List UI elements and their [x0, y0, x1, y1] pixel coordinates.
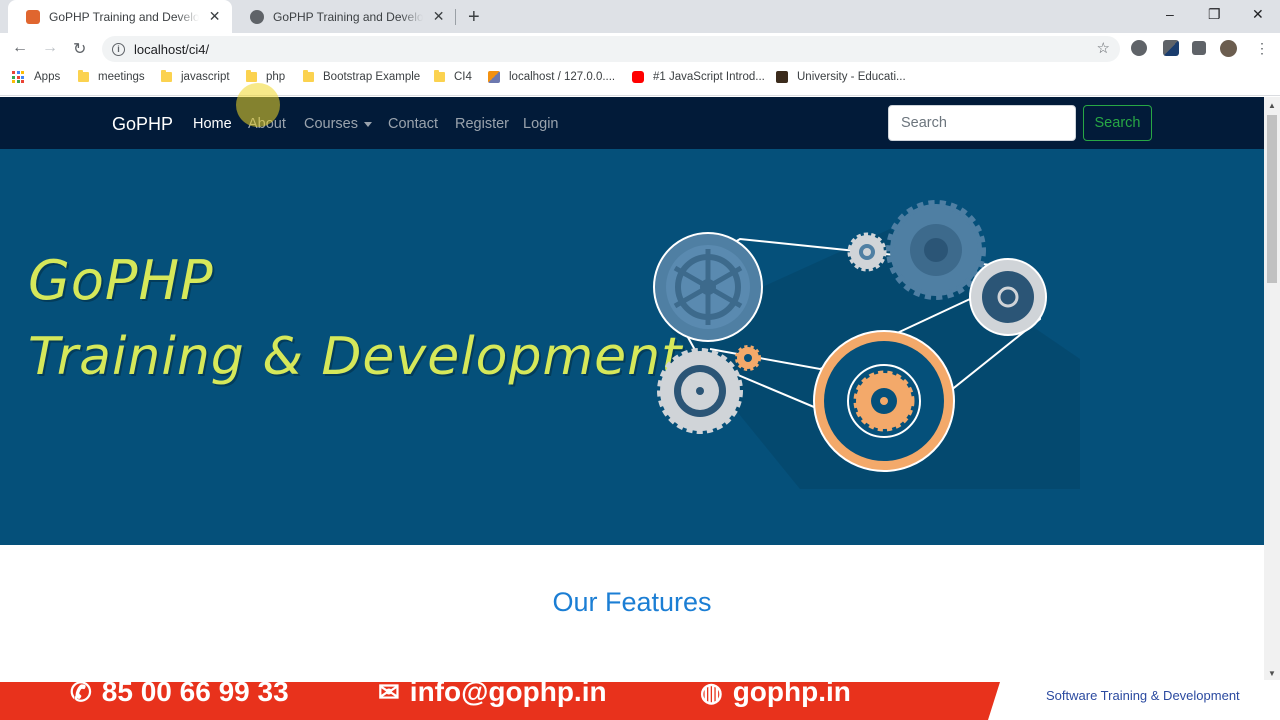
promo-banner: ✆ 85 00 66 99 33 ✉ info@gophp.in ◍ gophp…	[0, 682, 1280, 720]
small-orange-gear-icon	[735, 345, 761, 371]
phone-icon: ✆	[70, 682, 92, 707]
mail-icon: ✉	[378, 682, 400, 707]
top-blue-gear-icon	[886, 200, 986, 300]
close-tab-icon[interactable]: ✕	[431, 8, 446, 25]
forward-arrow-icon[interactable]: →	[42, 39, 58, 57]
scroll-down-arrow-icon[interactable]: ▼	[1268, 669, 1276, 678]
promo-email: ✉ info@gophp.in	[378, 682, 607, 708]
page-scrollbar[interactable]: ▲ ▼	[1264, 97, 1280, 680]
folder-icon	[246, 70, 257, 82]
bookmark-javascript[interactable]: javascript	[161, 70, 230, 83]
close-tab-icon[interactable]: ✕	[207, 8, 222, 25]
nav-courses[interactable]: Courses	[304, 116, 372, 132]
small-grey-gear-icon	[847, 232, 887, 272]
pen-extension-icon[interactable]	[1163, 40, 1179, 56]
restore-button[interactable]: ❐	[1208, 6, 1221, 23]
apps-grid-icon	[12, 71, 24, 83]
globe-icon: ◍	[700, 682, 723, 707]
search-button[interactable]: Search	[1083, 105, 1152, 141]
browser-tab-active[interactable]: GoPHP Training and Development ✕	[8, 0, 232, 33]
large-orange-gear-icon	[813, 330, 955, 472]
folder-icon	[303, 70, 314, 82]
new-tab-button[interactable]: +	[468, 6, 480, 29]
site-favicon-icon	[26, 9, 40, 24]
browser-tab[interactable]: GoPHP Training and Development ✕	[232, 0, 456, 33]
nav-register[interactable]: Register	[455, 116, 509, 132]
tab-divider	[455, 9, 456, 25]
nav-contact[interactable]: Contact	[388, 116, 438, 132]
promo-phone-text: 85 00 66 99 33	[101, 682, 289, 707]
hero-title-tagline: Training & Development	[28, 327, 683, 387]
bookmark-label: Apps	[34, 71, 61, 83]
scrollbar-thumb[interactable]	[1267, 115, 1277, 283]
bookmark-php[interactable]: php	[246, 70, 286, 83]
nav-login[interactable]: Login	[523, 116, 558, 132]
blue-wheel-gear-icon	[653, 232, 763, 342]
menu-kebab-icon[interactable]: ⋮	[1255, 40, 1269, 57]
site-info-icon[interactable]: i	[112, 42, 125, 56]
folder-icon	[434, 70, 445, 82]
bookmark-localhost[interactable]: localhost / 127.0.0....	[488, 71, 615, 83]
reload-icon[interactable]: ↻	[73, 39, 86, 59]
nav-courses-label: Courses	[304, 116, 358, 132]
folder-icon	[78, 70, 89, 82]
promo-email-text: info@gophp.in	[409, 682, 607, 707]
globe-icon	[250, 9, 264, 24]
close-window-button[interactable]: ✕	[1252, 6, 1264, 23]
tab-title: GoPHP Training and Development	[273, 9, 424, 24]
bookmark-star-icon[interactable]: ☆	[1097, 39, 1110, 57]
bookmark-label: meetings	[98, 71, 145, 83]
bookmark-label: javascript	[181, 71, 230, 83]
bookmark-label: University - Educati...	[797, 71, 906, 83]
bookmark-label: CI4	[454, 71, 472, 83]
minimize-button[interactable]: –	[1166, 6, 1174, 22]
address-bar[interactable]: i localhost/ci4/ ☆	[102, 36, 1120, 62]
wordpress-extension-icon[interactable]	[1131, 40, 1147, 56]
bookmark-label: Bootstrap Example	[323, 71, 421, 83]
bookmark-label: #1 JavaScript Introd...	[653, 71, 765, 83]
tab-title: GoPHP Training and Development	[49, 9, 200, 24]
promo-website: ◍ gophp.in	[700, 682, 851, 708]
youtube-icon	[632, 71, 644, 83]
gears-illustration	[653, 200, 1080, 489]
bookmark-apps[interactable]: Apps	[12, 71, 60, 83]
caret-down-icon	[364, 121, 372, 127]
bookmark-ci4[interactable]: CI4	[434, 70, 472, 83]
folder-icon	[161, 70, 172, 82]
web-page: GoPHP Home About Courses Contact Registe…	[0, 97, 1264, 720]
bookmark-label: php	[266, 71, 286, 83]
bookmarks-bar: Apps meetings javascript php Bootstrap E…	[0, 64, 1280, 96]
hero-title-brand: GoPHP	[28, 249, 214, 312]
profile-avatar-icon[interactable]	[1220, 40, 1237, 57]
bookmark-label: localhost / 127.0.0....	[509, 71, 616, 83]
bookmark-javascript-intro[interactable]: #1 JavaScript Introd...	[632, 71, 765, 83]
site-navbar: GoPHP Home About Courses Contact Registe…	[0, 97, 1264, 149]
back-arrow-icon[interactable]: ←	[12, 39, 28, 57]
extensions-puzzle-icon[interactable]	[1192, 41, 1206, 55]
right-grey-gear-icon	[969, 258, 1047, 336]
site-icon	[776, 71, 788, 83]
phpmyadmin-icon	[488, 71, 500, 83]
bottom-grey-gear-icon	[657, 348, 743, 434]
features-heading: Our Features	[552, 587, 712, 617]
nav-home[interactable]: Home	[193, 116, 232, 132]
bookmark-bootstrap-example[interactable]: Bootstrap Example	[303, 70, 421, 83]
search-input[interactable]	[888, 105, 1076, 141]
promo-phone: ✆ 85 00 66 99 33	[70, 682, 289, 708]
url-text: localhost/ci4/	[134, 41, 210, 57]
tab-strip: GoPHP Training and Development ✕ GoPHP T…	[0, 0, 1280, 33]
promo-tagline: Software Training & Development	[1046, 688, 1240, 703]
site-brand[interactable]: GoPHP	[112, 114, 173, 135]
bookmark-meetings[interactable]: meetings	[78, 70, 145, 83]
bookmark-university[interactable]: University - Educati...	[776, 71, 906, 83]
promo-website-text: gophp.in	[732, 682, 851, 707]
scroll-up-arrow-icon[interactable]: ▲	[1268, 101, 1276, 110]
hero-banner: GoPHP Training & Development	[0, 149, 1264, 545]
nav-about[interactable]: About	[248, 116, 286, 132]
